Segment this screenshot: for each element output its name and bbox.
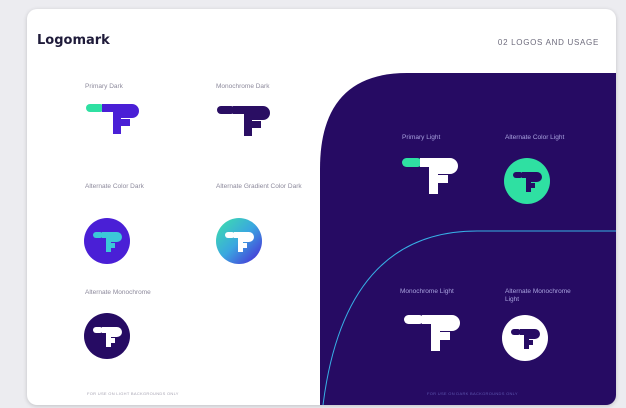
f-badge-alternate-monochrome-icon [84,313,130,359]
caption-monochrome-light: Monochrome Light [400,288,454,295]
footnote-dark-backgrounds: FOR USE ON DARK BACKGROUNDS ONLY [427,391,518,396]
caption-alternate-monochrome: Alternate Monochrome [85,289,151,296]
f-mark-primary-dark-icon [86,104,139,134]
caption-alternate-gradient-dark: Alternate Gradient Color Dark [216,183,302,190]
footnote-light-backgrounds: FOR USE ON LIGHT BACKGROUNDS ONLY [87,391,179,396]
f-mark-monochrome-light-icon [404,315,460,351]
caption-alternate-color-light: Alternate Color Light [505,134,565,141]
f-badge-alternate-color-light-icon [504,158,550,204]
f-badge-alternate-color-dark-icon [84,218,130,264]
caption-alternate-color-dark: Alternate Color Dark [85,183,144,190]
f-mark-monochrome-dark-icon [217,106,270,136]
caption-primary-dark: Primary Dark [85,83,123,90]
f-badge-alternate-gradient-dark-icon [216,218,262,264]
caption-primary-light: Primary Light [402,134,441,141]
logomark-guide-card: Logomark 02 LOGOS AND USAGE Primary Dark… [27,9,616,405]
section-label: 02 LOGOS AND USAGE [497,38,599,47]
f-mark-primary-light-icon [402,158,458,194]
page-title: Logomark [37,33,110,48]
f-badge-alternate-monochrome-light-icon [502,315,548,361]
caption-monochrome-dark: Monochrome Dark [216,83,270,90]
caption-alternate-monochrome-light: Alternate Monochrome Light [505,288,571,303]
